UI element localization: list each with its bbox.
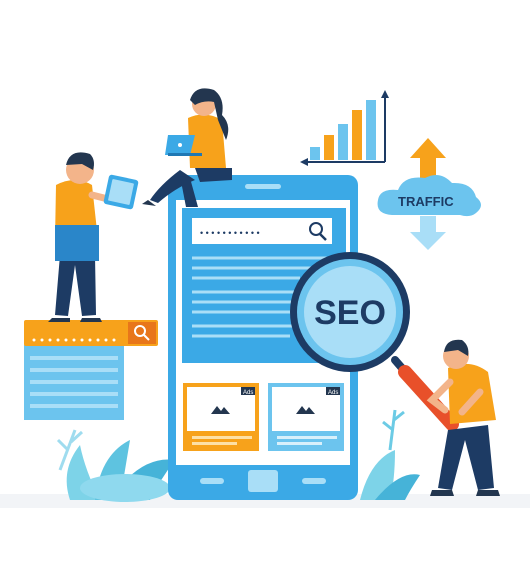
seo-label: SEO — [314, 294, 386, 332]
arrow-up-icon — [410, 138, 446, 178]
web-page-panel — [24, 320, 158, 420]
svg-text:Ads: Ads — [243, 390, 253, 396]
man-with-tablet — [48, 152, 139, 322]
plants-right — [360, 409, 420, 500]
growth-bar-chart — [300, 90, 389, 166]
search-icon — [128, 322, 156, 344]
seo-illustration: • • • • • • • • • • • Ads Ads TRAFFIC SE… — [0, 88, 530, 508]
ad-card-orange: Ads — [183, 383, 259, 451]
plants-left — [56, 429, 175, 502]
search-placeholder: • • • • • • • • • • • — [200, 228, 260, 238]
arrow-down-icon — [410, 216, 446, 250]
svg-text:Ads: Ads — [328, 390, 338, 396]
ad-card-blue: Ads — [268, 383, 344, 451]
traffic-cloud: TRAFFIC — [377, 138, 481, 250]
traffic-label: TRAFFIC — [398, 194, 454, 209]
